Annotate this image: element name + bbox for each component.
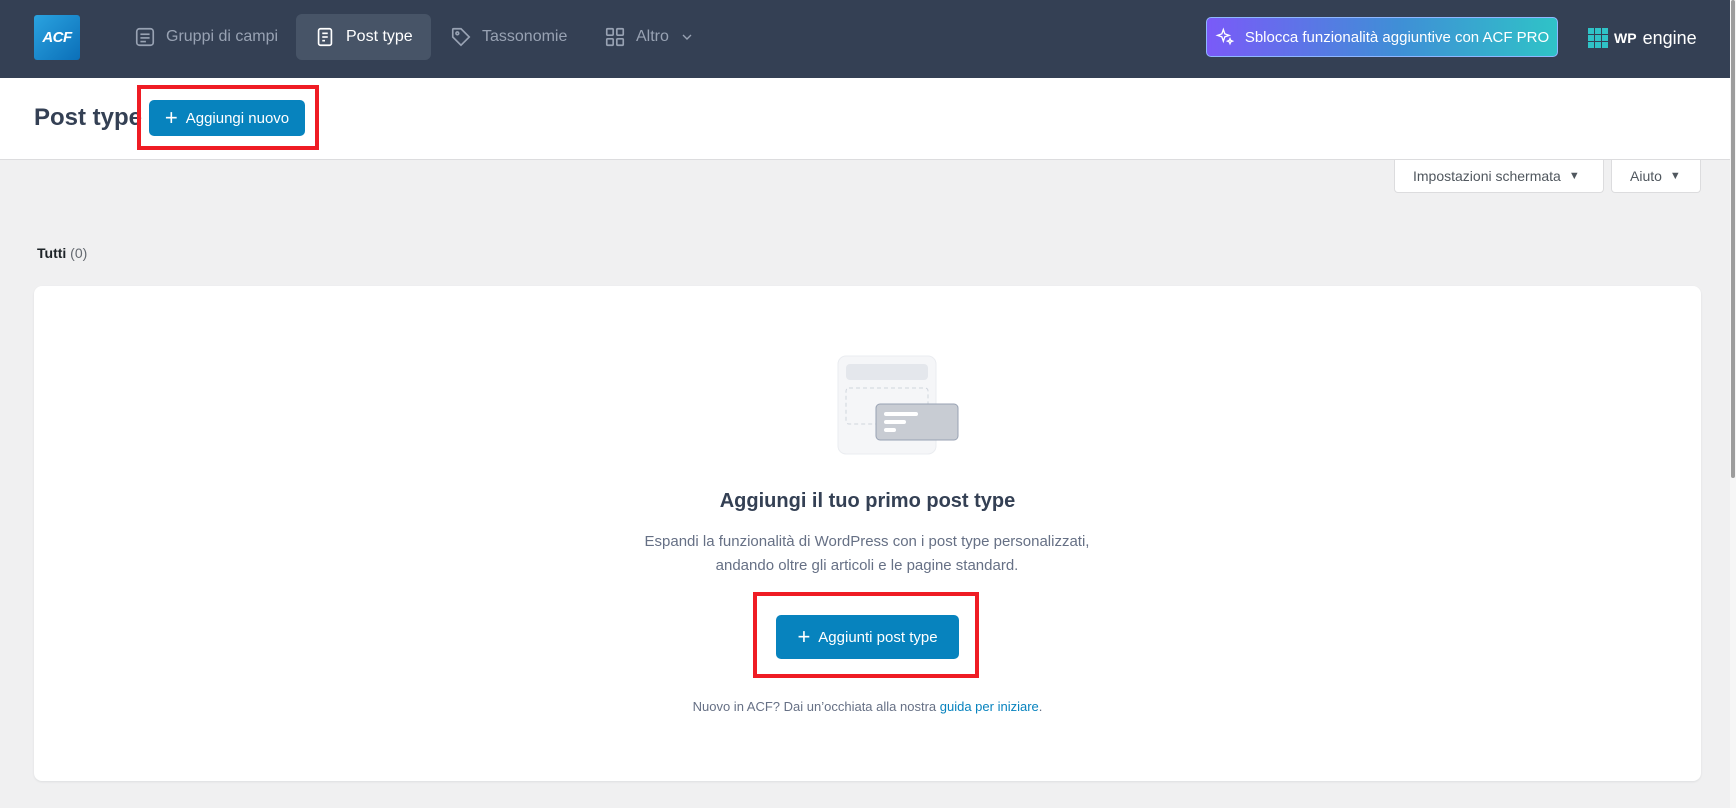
wp-engine-wp-text: WP — [1614, 30, 1637, 46]
empty-state-illustration — [837, 355, 959, 455]
tab-field-groups-label: Gruppi di campi — [166, 28, 279, 45]
acf-logo[interactable]: ACF — [34, 15, 80, 60]
post-type-icon — [317, 27, 333, 47]
caret-down-icon: ▼ — [1669, 170, 1681, 182]
page-title: Post type — [34, 104, 143, 131]
filter-all-count: (0) — [70, 245, 88, 261]
status-filter[interactable]: Tutti (0) — [37, 245, 87, 261]
chevron-down-icon — [682, 34, 692, 40]
tab-more-label: Altro — [636, 28, 669, 45]
highlight-box-add-post-type — [753, 592, 979, 678]
wp-engine-engine-text: engine — [1642, 27, 1697, 48]
caret-down-icon: ▼ — [1568, 170, 1580, 182]
tab-post-types-label: Post type — [346, 28, 413, 45]
getting-started-note: Nuovo in ACF? Dai un’occhiata alla nostr… — [34, 699, 1701, 714]
empty-state-description-line-1: Espandi la funzionalità di WordPress con… — [644, 533, 1090, 550]
unlock-pro-label: Sblocca funzionalità aggiuntive con ACF … — [1244, 28, 1550, 46]
empty-state-description: Espandi la funzionalità di WordPress con… — [617, 530, 1117, 578]
tab-more[interactable]: Altro — [586, 14, 713, 60]
help-label: Aiuto — [1630, 168, 1662, 184]
screen-options-button[interactable]: Impostazioni schermata ▼ — [1394, 160, 1604, 193]
guide-suffix: . — [1038, 699, 1043, 714]
tab-field-groups[interactable]: Gruppi di campi — [116, 14, 296, 60]
wp-engine-grid-icon — [1588, 28, 1608, 48]
guide-prefix: Nuovo in ACF? Dai un’occhiata alla nostr… — [692, 699, 940, 714]
tag-icon — [451, 27, 471, 47]
sparkle-icon — [1215, 27, 1235, 46]
empty-state-title: Aggiungi il tuo primo post type — [719, 490, 1016, 512]
filter-all-label[interactable]: Tutti — [37, 245, 66, 261]
empty-state-card: Aggiungi il tuo primo post type Espandi … — [34, 286, 1701, 781]
getting-started-link[interactable]: guida per iniziare — [940, 699, 1039, 714]
scrollbar-thumb[interactable] — [1731, 0, 1735, 478]
top-navigation-bar: ACF Gruppi di campi Post type Tassonomie… — [0, 0, 1736, 78]
grid-icon — [605, 27, 625, 47]
help-button[interactable]: Aiuto ▼ — [1611, 160, 1701, 193]
unlock-pro-button[interactable]: Sblocca funzionalità aggiuntive con ACF … — [1206, 17, 1558, 57]
empty-state-description-line-2: andando oltre gli articoli e le pagine s… — [715, 557, 1019, 574]
tab-taxonomies[interactable]: Tassonomie — [432, 14, 585, 60]
wp-engine-logo[interactable]: WP engine — [1588, 24, 1697, 52]
screen-options-label: Impostazioni schermata — [1413, 168, 1561, 184]
tab-post-types[interactable]: Post type — [296, 14, 431, 60]
highlight-box-add-new — [137, 85, 319, 150]
tab-taxonomies-label: Tassonomie — [482, 28, 568, 45]
vertical-scrollbar[interactable] — [1730, 0, 1736, 808]
field-groups-icon — [135, 27, 155, 47]
